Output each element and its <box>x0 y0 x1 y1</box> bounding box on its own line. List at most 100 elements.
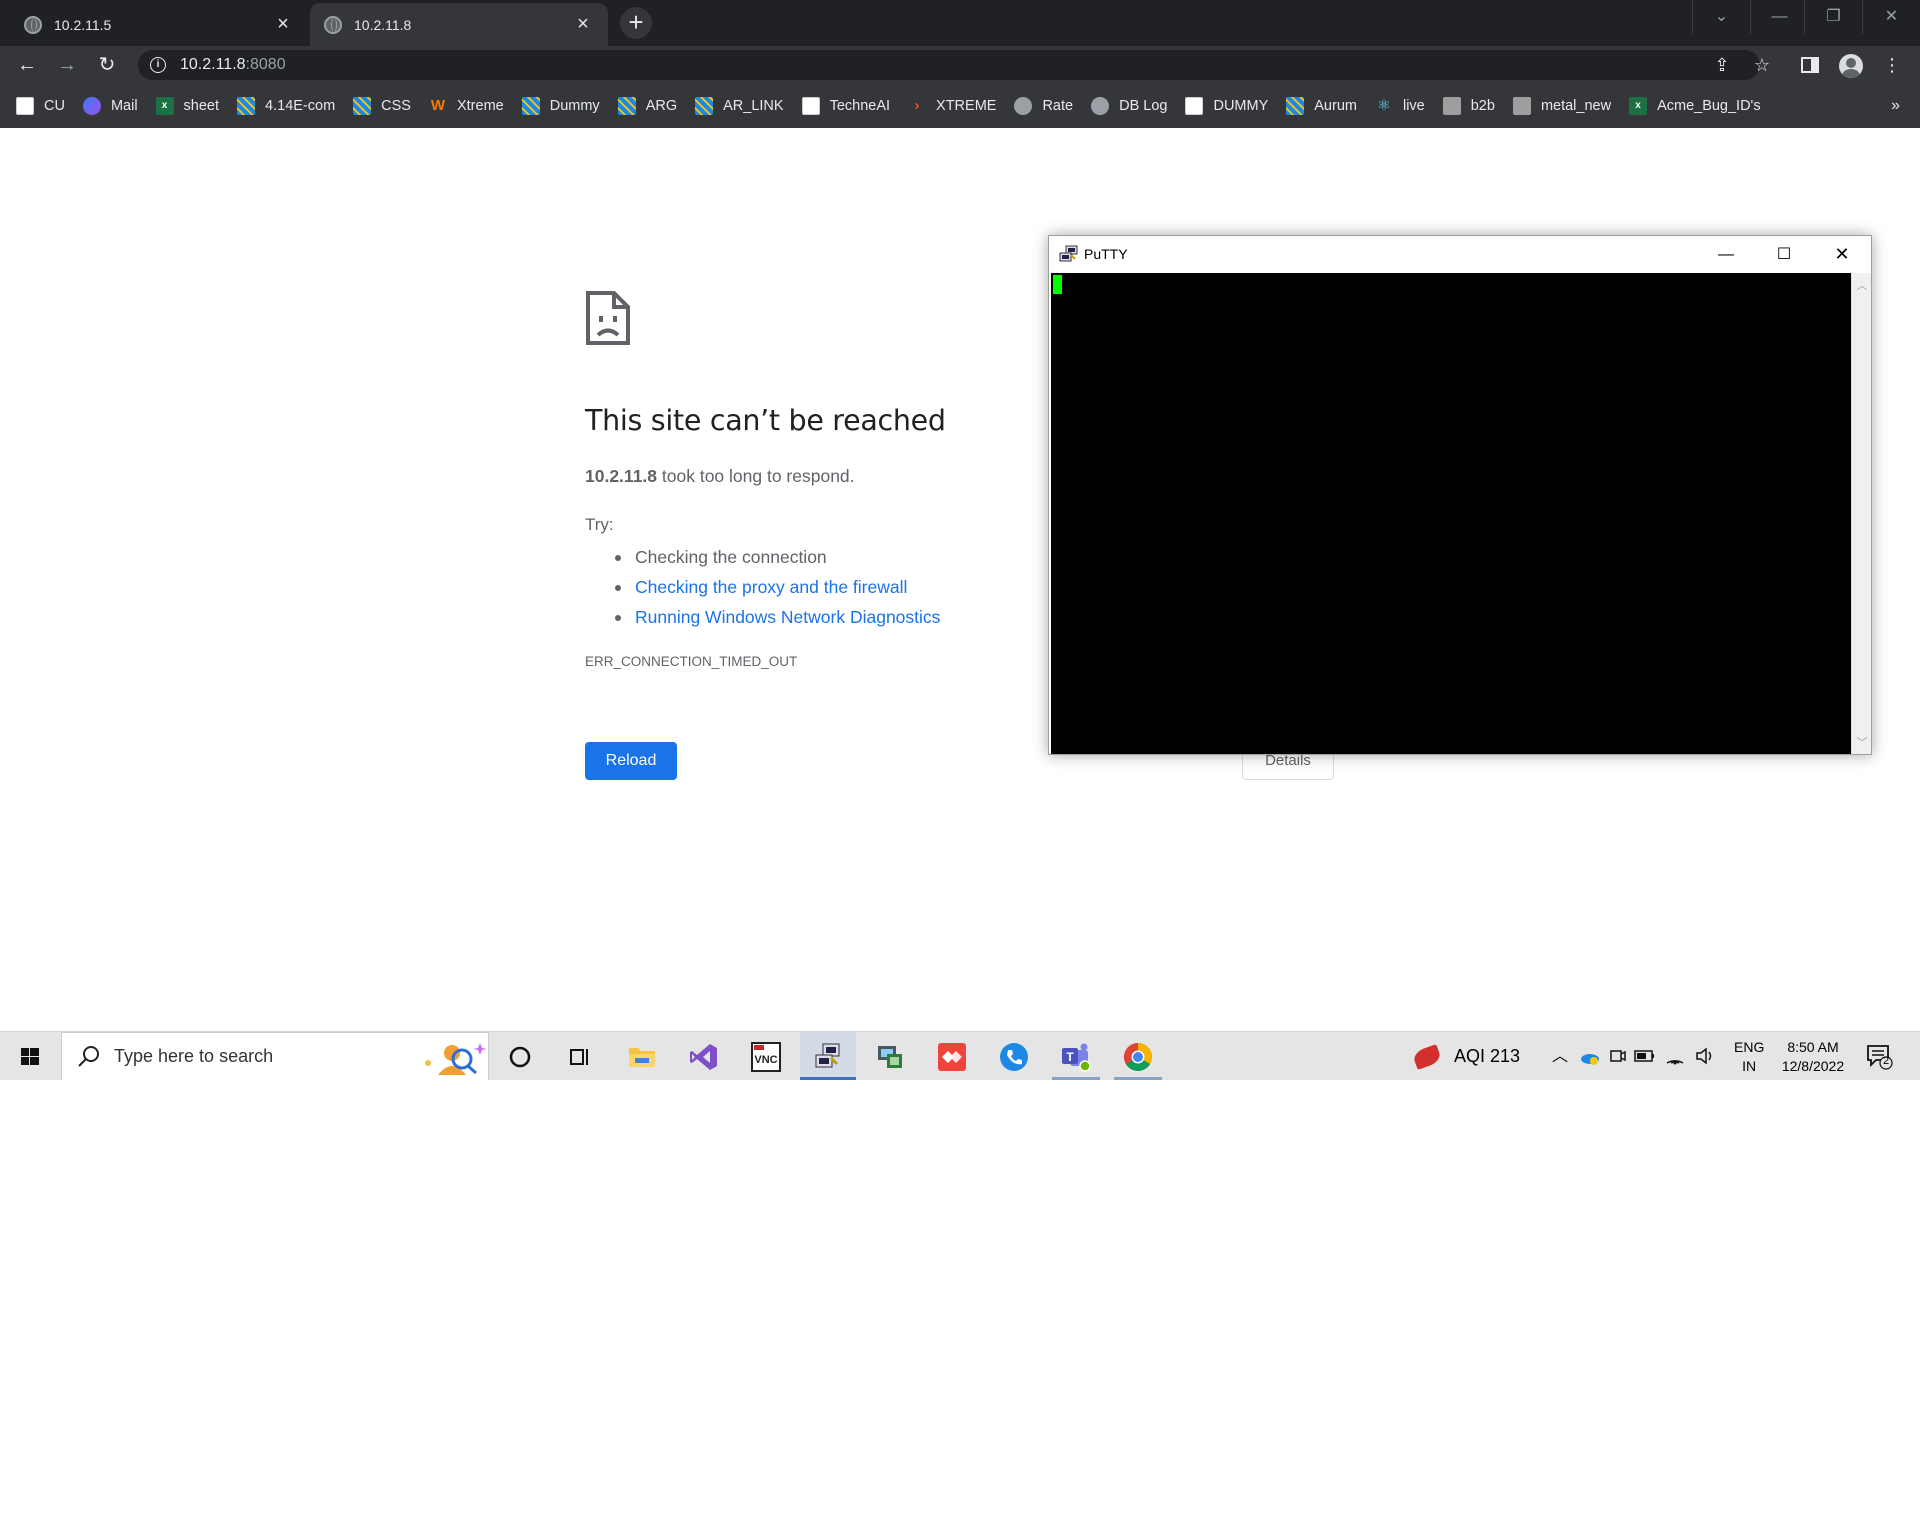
search-highlight-illustration-icon <box>425 1042 487 1075</box>
address-port: :8080 <box>245 56 286 73</box>
aqi-text: AQI 213 <box>1454 1046 1521 1066</box>
bookmark-item[interactable]: TechneAI <box>801 97 890 115</box>
tab-close-icon[interactable]: × <box>272 13 294 36</box>
cortana-icon[interactable] <box>492 1032 548 1080</box>
bookmark-item[interactable]: DB Log <box>1091 97 1167 115</box>
browser-toolbar: ← → ↻ i 10.2.11.8:8080 ⇪ ☆ ⋮ <box>0 46 1920 84</box>
scroll-down-arrow-icon[interactable]: ﹀ <box>1852 734 1872 750</box>
bookmark-item[interactable]: b2b <box>1442 97 1495 115</box>
back-arrow-icon[interactable]: ← <box>12 50 42 80</box>
bookmark-item[interactable]: DUMMY <box>1185 97 1268 115</box>
tab-10-2-11-8[interactable]: 10.2.11.8 × <box>310 3 608 46</box>
bookmark-star-icon[interactable]: ☆ <box>1745 50 1779 80</box>
vnc-viewer-icon[interactable]: VNC <box>738 1032 794 1080</box>
notification-count: 2 <box>1882 1055 1890 1067</box>
google-chrome-icon[interactable] <box>1110 1032 1166 1080</box>
sad-file-icon <box>586 291 630 345</box>
putty-scrollbar[interactable]: ︿ ﹀ <box>1851 273 1871 754</box>
bookmark-item[interactable]: W Xtreme <box>429 97 504 115</box>
profile-avatar-icon[interactable] <box>1839 54 1863 78</box>
side-panel-icon[interactable] <box>1793 50 1827 80</box>
language-indicator[interactable]: ENG IN <box>1734 1038 1764 1076</box>
bookmark-label: Dummy <box>549 98 600 114</box>
bookmarks-bar: CU Mail x sheet 4.14E-com CSS W Xtreme Dummy ARG A… <box>0 84 1920 128</box>
window-restore-icon[interactable]: ❐ <box>1804 0 1862 34</box>
suggestion-network-diagnostics-link[interactable]: Running Windows Network Diagnostics <box>600 602 940 632</box>
language-code: ENG <box>1734 1039 1765 1055</box>
putty-taskbar-icon[interactable] <box>800 1032 856 1080</box>
bookmark-item[interactable]: x Acme_Bug_ID's <box>1629 97 1761 115</box>
bookmarks-overflow-chevron-icon[interactable]: » <box>1891 84 1900 128</box>
tab-search-chevron-icon[interactable]: ⌄ <box>1692 0 1750 34</box>
notification-center-icon[interactable]: 2 <box>1866 1044 1894 1070</box>
grid-app-icon <box>617 97 636 115</box>
microsoft-teams-icon[interactable]: T <box>1048 1032 1104 1080</box>
bookmark-site-icon <box>801 97 820 115</box>
putty-terminal[interactable] <box>1051 273 1851 754</box>
bookmark-item[interactable]: x sheet <box>155 97 219 115</box>
windows-start-icon[interactable] <box>10 1032 52 1080</box>
bookmark-item[interactable]: Aurum <box>1286 97 1357 115</box>
svg-text:T: T <box>1066 1050 1074 1064</box>
new-tab-button[interactable]: + <box>620 7 652 39</box>
share-icon[interactable]: ⇪ <box>1705 50 1739 80</box>
putty-window[interactable]: PuTTY — ☐ ✕ ︿ ﹀ <box>1048 235 1872 755</box>
bookmark-item[interactable]: › XTREME <box>908 97 997 115</box>
window-close-icon[interactable]: ✕ <box>1862 0 1920 34</box>
svg-text:VNC: VNC <box>754 1054 777 1066</box>
anydesk-icon[interactable] <box>924 1032 980 1080</box>
bookmark-item[interactable]: ⚛ live <box>1375 97 1425 115</box>
visual-studio-icon[interactable] <box>676 1032 732 1080</box>
file-explorer-icon[interactable] <box>614 1032 670 1080</box>
meet-now-icon[interactable] <box>1606 1032 1630 1080</box>
bookmark-item[interactable]: Dummy <box>521 97 600 115</box>
bookmark-label: Mail <box>110 98 138 114</box>
grid-app-icon <box>1286 97 1305 115</box>
tab-10-2-11-5[interactable]: 10.2.11.5 × <box>10 3 308 46</box>
address-bar[interactable]: i 10.2.11.8:8080 <box>138 50 1760 80</box>
bookmark-item[interactable]: metal_new <box>1512 97 1611 115</box>
suggestion-check-proxy-firewall-link[interactable]: Checking the proxy and the firewall <box>600 572 940 602</box>
terminal-cursor <box>1053 275 1062 294</box>
weather-widget[interactable]: AQI 213 <box>1411 1032 1521 1080</box>
window-minimize-icon[interactable]: — <box>1750 0 1808 34</box>
reload-button[interactable]: Reload <box>585 742 677 780</box>
suggestion-check-connection: Checking the connection <box>600 542 940 572</box>
metal-icon <box>1442 97 1461 115</box>
volume-icon[interactable] <box>1692 1032 1718 1080</box>
bookmark-item[interactable]: CSS <box>353 97 411 115</box>
excel-icon: x <box>155 97 174 115</box>
putty-minimize-icon[interactable]: — <box>1697 236 1755 273</box>
putty-maximize-icon[interactable]: ☐ <box>1755 236 1813 273</box>
task-view-icon[interactable] <box>552 1032 608 1080</box>
battery-icon[interactable] <box>1632 1032 1658 1080</box>
taskbar-clock[interactable]: 8:50 AM 12/8/2022 <box>1774 1038 1852 1076</box>
search-icon <box>78 1045 99 1067</box>
remote-desktop-icon[interactable] <box>862 1032 918 1080</box>
bookmark-item[interactable]: 4.14E-com <box>237 97 335 115</box>
phone-app-icon[interactable] <box>986 1032 1042 1080</box>
bookmark-item[interactable]: Rate <box>1014 97 1073 115</box>
scroll-up-arrow-icon[interactable]: ︿ <box>1852 277 1872 293</box>
wifi-icon[interactable] <box>1662 1032 1688 1080</box>
grid-app-icon <box>237 97 256 115</box>
empty-area-below-screen <box>0 1080 1920 1536</box>
error-host: 10.2.11.8 <box>585 466 658 486</box>
taskbar-search-box[interactable]: Type here to search <box>61 1032 489 1080</box>
putty-close-icon[interactable]: ✕ <box>1813 236 1871 273</box>
tray-overflow-chevron-icon[interactable]: ︿ <box>1550 1032 1570 1080</box>
forward-arrow-icon[interactable]: → <box>52 50 82 80</box>
bookmark-label: Acme_Bug_ID's <box>1657 98 1761 114</box>
putty-title-bar[interactable]: PuTTY — ☐ ✕ <box>1049 236 1871 273</box>
bookmark-item[interactable]: Mail <box>82 97 138 115</box>
reload-icon[interactable]: ↻ <box>92 50 122 80</box>
chrome-menu-icon[interactable]: ⋮ <box>1875 50 1909 80</box>
site-info-icon[interactable]: i <box>150 57 166 73</box>
bookmark-label: Rate <box>1042 98 1074 114</box>
bookmark-item[interactable]: CU <box>16 97 65 115</box>
tab-close-icon[interactable]: × <box>572 13 594 36</box>
onedrive-cloud-icon[interactable] <box>1578 1032 1602 1080</box>
error-code: ERR_CONNECTION_TIMED_OUT <box>585 654 798 669</box>
bookmark-item[interactable]: ARG <box>617 97 677 115</box>
bookmark-item[interactable]: AR_LINK <box>695 97 784 115</box>
